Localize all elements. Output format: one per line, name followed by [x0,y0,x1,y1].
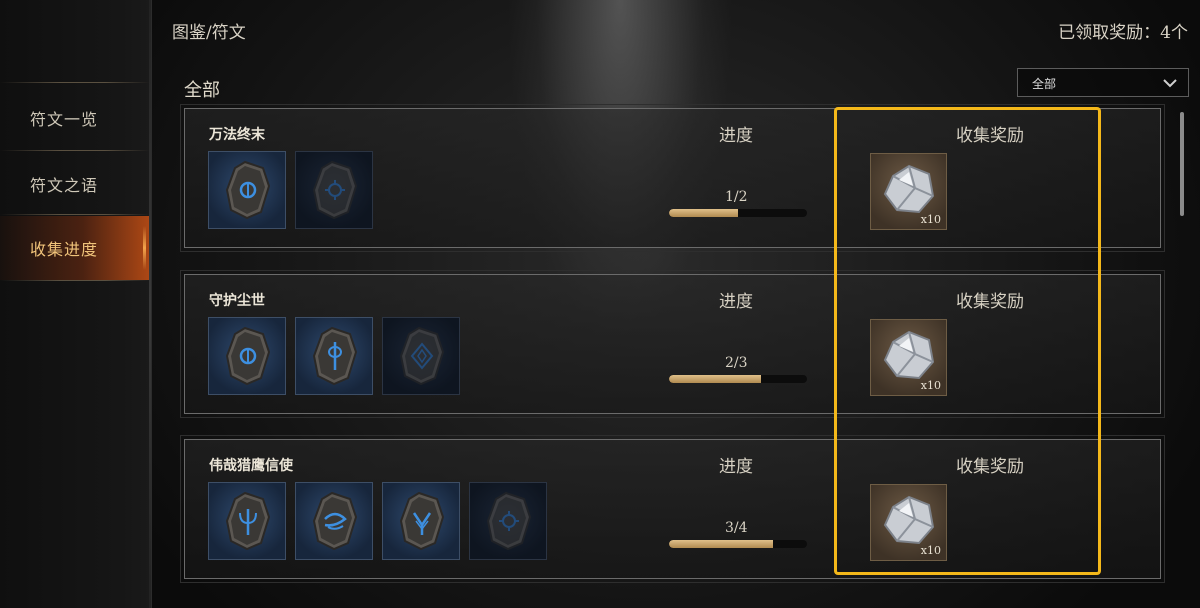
rune-slot[interactable] [295,317,373,395]
collection-row: 守护尘世 进度 2/3 收集奖励 x10 [180,270,1165,418]
collection-row: 伟哉猎鹰信使 进度 3/4 收集奖励 x10 [180,435,1165,583]
progress-count: 3/4 [725,520,748,536]
rune-wave-icon [310,491,360,551]
reward-item[interactable]: x10 [870,484,947,561]
rune-slot[interactable] [295,482,373,560]
progress-label: 进度 [719,457,753,477]
reward-quantity: x10 [920,379,941,392]
progress-label: 进度 [719,292,753,312]
rune-staff-icon [310,326,360,386]
rune-circle-icon [223,160,273,220]
rune-slot[interactable] [469,482,547,560]
progress-fill [669,209,738,217]
sidebar-item-collection-progress[interactable]: 收集进度 [0,216,150,280]
reward-quantity: x10 [920,544,941,557]
set-name: 伟哉猎鹰信使 [209,458,293,474]
claimed-rewards-count: 已领取奖励：4个 [1058,23,1188,43]
rune-diamond-icon [397,326,447,386]
silver-ore-icon [879,326,939,386]
progress-bar [669,209,807,217]
silver-ore-icon [879,160,939,220]
rune-slot[interactable] [208,151,286,229]
progress-label: 进度 [719,126,753,146]
sidebar-item-rune-list[interactable]: 符文一览 [0,86,150,150]
sidebar-item-label: 符文之语 [30,176,99,195]
reward-label: 收集奖励 [956,457,1024,477]
sidebar-divider [0,82,150,83]
progress-fill [669,540,773,548]
reward-label: 收集奖励 [956,292,1024,312]
reward-item[interactable]: x10 [870,319,947,396]
progress-fill [669,375,762,383]
rune-slot[interactable] [295,151,373,229]
sidebar-divider [0,150,150,151]
sidebar-divider [0,214,150,215]
sidebar-item-label: 收集进度 [30,240,99,259]
chevron-down-icon [1163,79,1177,88]
rune-sun-icon [310,160,360,220]
rune-circle-icon [223,326,273,386]
silver-ore-icon [879,491,939,551]
rune-slot[interactable] [208,317,286,395]
set-name: 万法终末 [209,127,265,143]
progress-bar [669,540,807,548]
rune-trident-icon [223,491,273,551]
filter-value: 全部 [1032,77,1057,91]
collection-row: 万法终末 进度 1/2 收集奖励 x10 [180,104,1165,252]
sidebar-item-runewords[interactable]: 符文之语 [0,152,150,216]
rune-fork-icon [397,491,447,551]
breadcrumb: 图鉴/符文 [172,23,246,43]
set-name: 守护尘世 [209,293,265,309]
rune-slot[interactable] [382,317,460,395]
reward-label: 收集奖励 [956,126,1024,146]
progress-count: 2/3 [725,355,748,371]
reward-item[interactable]: x10 [870,153,947,230]
rune-slot[interactable] [208,482,286,560]
section-title: 全部 [184,80,220,101]
scrollbar[interactable] [1180,112,1184,216]
sidebar: 符文一览 符文之语 收集进度 [0,0,152,608]
reward-quantity: x10 [920,213,941,226]
progress-bar [669,375,807,383]
sidebar-divider [0,280,150,281]
filter-dropdown[interactable]: 全部 [1017,68,1189,97]
rune-sun-icon [484,491,534,551]
sidebar-item-label: 符文一览 [30,110,99,129]
progress-count: 1/2 [725,189,748,205]
rune-slot[interactable] [382,482,460,560]
